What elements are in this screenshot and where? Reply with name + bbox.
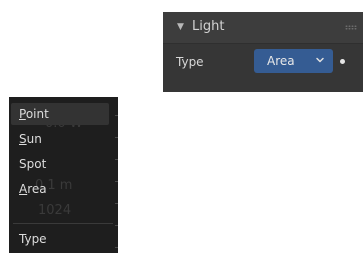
edge-tick [115, 159, 118, 160]
ghost-resolution-value: 1024 [38, 203, 72, 218]
menu-title-type: Type [19, 232, 47, 246]
menu-item-spot[interactable]: Spot [11, 153, 109, 175]
menu-divider [13, 223, 113, 224]
keyframe-dot-icon[interactable] [340, 59, 345, 64]
light-type-menu: 0.0 W 0.1 m 1024 Point Sun Spot Area Typ… [9, 97, 118, 253]
type-label: Type [176, 55, 204, 69]
edge-tick [115, 247, 118, 248]
collapse-arrow-icon[interactable]: ▼ [177, 22, 184, 33]
menu-item-point[interactable]: Point [11, 103, 109, 125]
edge-tick [115, 225, 118, 226]
light-type-dropdown[interactable]: Area [254, 49, 333, 73]
edge-tick [115, 115, 118, 116]
menu-item-area[interactable]: Area [11, 178, 109, 200]
light-panel: ▼ Light Type Area [163, 12, 363, 92]
menu-item-sun[interactable]: Sun [11, 128, 109, 150]
light-panel-header[interactable]: ▼ Light [163, 12, 363, 44]
drag-grip-icon[interactable] [345, 25, 357, 30]
edge-tick [115, 137, 118, 138]
light-panel-body: Type Area [163, 44, 363, 92]
edge-tick [115, 203, 118, 204]
edge-tick [115, 181, 118, 182]
light-type-value: Area [267, 54, 295, 68]
panel-title: Light [192, 19, 225, 34]
chevron-down-icon [316, 57, 324, 63]
